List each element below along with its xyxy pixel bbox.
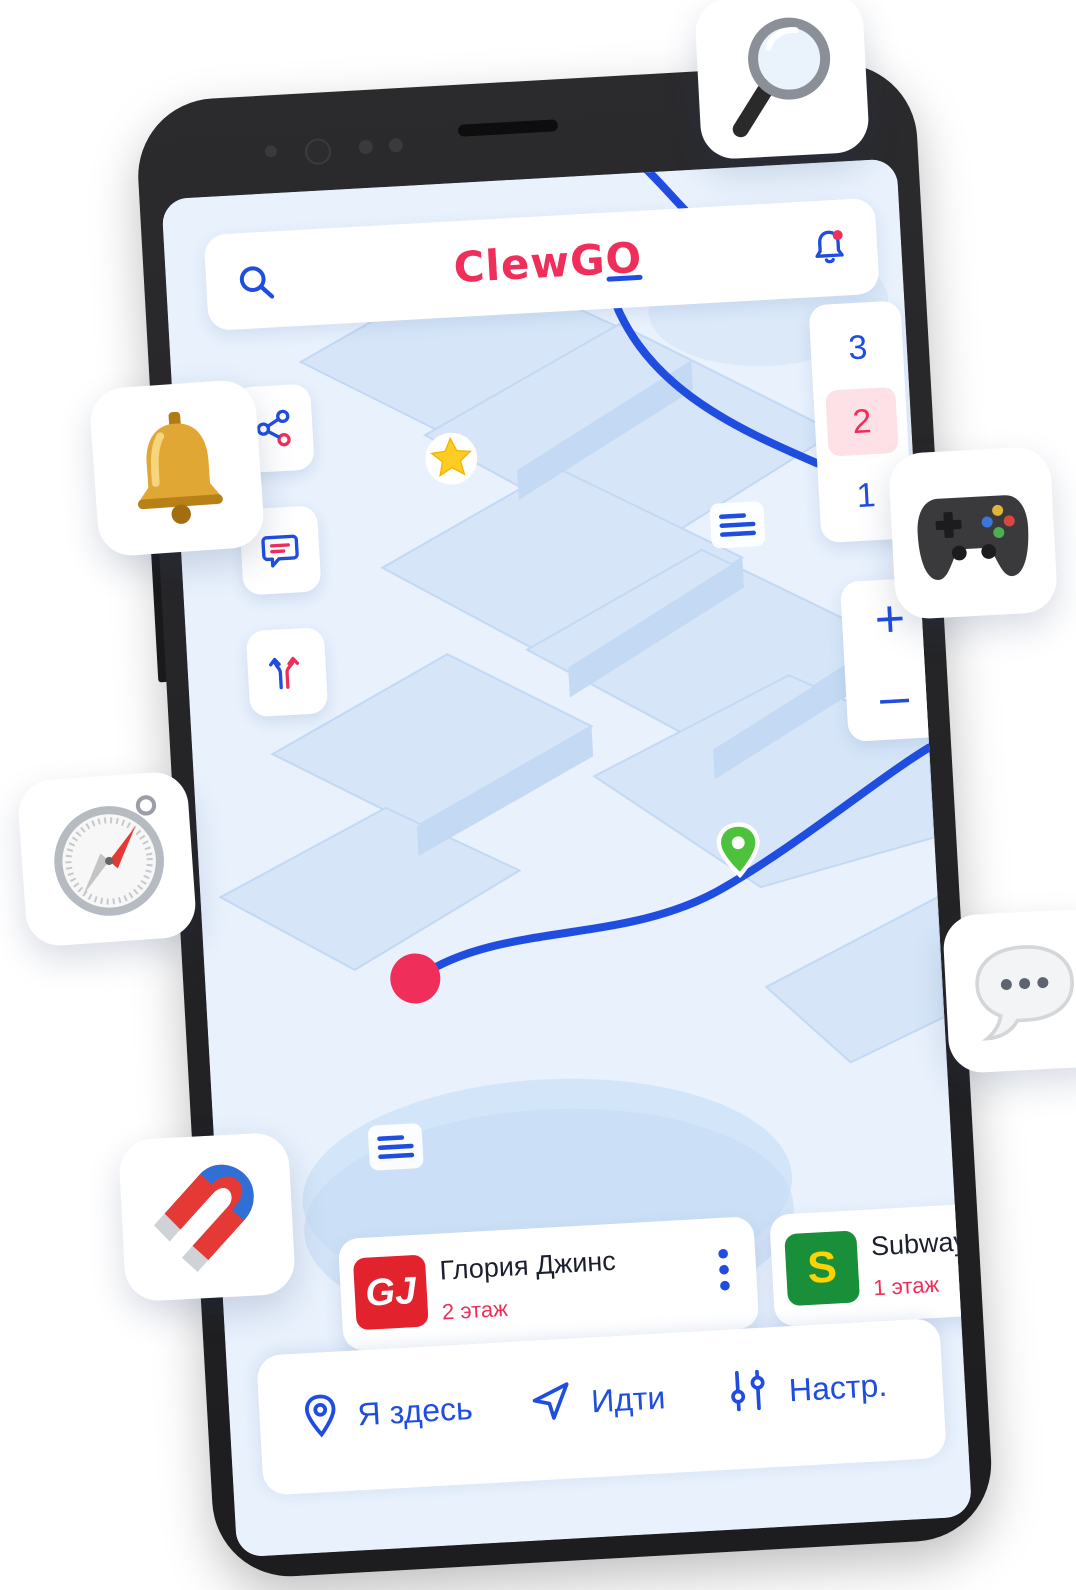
nav-here-button[interactable]: Я здесь — [300, 1382, 502, 1443]
nav-here-label: Я здесь — [356, 1390, 474, 1433]
floating-tile-gamepad — [887, 445, 1059, 621]
floating-tile-bell — [88, 378, 266, 558]
favorite-star-icon[interactable] — [423, 430, 480, 487]
speech-bubble-icon — [975, 945, 1074, 1041]
compass-icon — [54, 795, 164, 916]
nav-settings-button[interactable]: Настр. — [726, 1359, 928, 1420]
store-floor: 2 этаж — [441, 1295, 509, 1325]
floating-tile-magnet — [117, 1131, 297, 1303]
store-floor: 1 этаж — [872, 1271, 940, 1301]
bell-icon — [137, 411, 223, 524]
search-icon[interactable] — [235, 261, 277, 303]
info-lines-icon[interactable] — [367, 1122, 424, 1171]
routes-icon — [269, 656, 300, 690]
magnifier-icon — [732, 17, 831, 138]
chat-icon — [261, 534, 299, 568]
more-options-icon[interactable] — [717, 1247, 731, 1292]
floor-button-2[interactable]: 2 — [825, 386, 899, 457]
store-logo: GJ — [352, 1254, 429, 1331]
gamepad-icon — [917, 495, 1029, 580]
nav-go-label: Идти — [590, 1379, 667, 1420]
share-icon — [256, 409, 291, 447]
settings-sliders-icon — [731, 1369, 765, 1412]
store-card-subway[interactable]: S Subway 1 этаж — [769, 1200, 973, 1327]
navigate-arrow-icon — [532, 1382, 569, 1420]
nav-settings-label: Настр. — [787, 1366, 888, 1409]
location-pin-icon[interactable] — [711, 819, 766, 882]
floor-button-3[interactable]: 3 — [821, 313, 895, 383]
store-name: Subway — [870, 1226, 968, 1262]
routes-button[interactable] — [245, 627, 329, 718]
app-screen: ClewGO 3 2 1 + – GJ Глория Джинс 2 этаж … — [161, 158, 973, 1558]
location-marker-icon — [305, 1394, 336, 1438]
floating-tile-compass — [16, 770, 198, 948]
store-name: Глория Джинс — [438, 1245, 617, 1286]
store-logo: S — [784, 1230, 861, 1307]
magnet-icon — [153, 1164, 254, 1272]
app-logo: ClewGO — [452, 232, 644, 293]
bell-notification-icon[interactable] — [808, 225, 850, 269]
floating-tile-speech-bubble — [941, 907, 1076, 1075]
floating-tile-magnifier — [693, 0, 871, 161]
nav-go-button[interactable]: Идти — [528, 1372, 691, 1431]
info-lines-icon[interactable] — [709, 500, 766, 549]
